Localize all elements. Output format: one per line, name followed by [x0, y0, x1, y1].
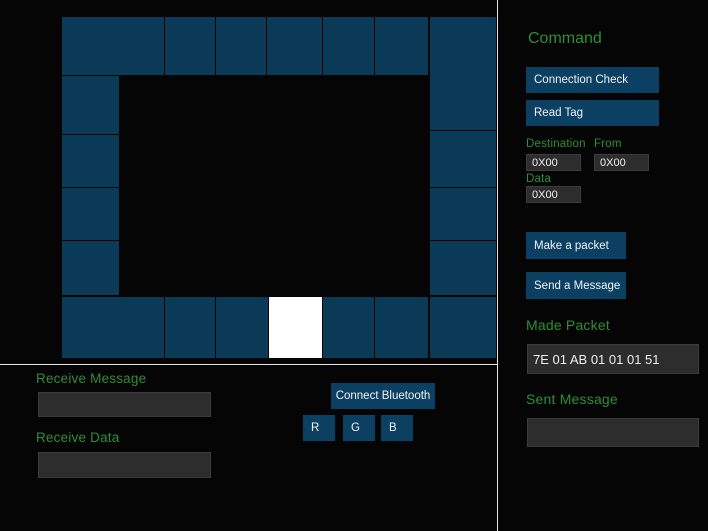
data-field[interactable]: 0X00 [526, 186, 581, 203]
tile-bottom-2[interactable] [165, 297, 215, 358]
send-message-button[interactable]: Send a Message [526, 272, 626, 299]
from-field[interactable]: 0X00 [594, 154, 649, 171]
tile-right-2[interactable] [430, 131, 496, 187]
made-packet-label: Made Packet [526, 317, 610, 333]
tile-bottom-7[interactable] [430, 297, 496, 358]
made-packet-field[interactable]: 7E 01 AB 01 01 01 51 [527, 344, 699, 374]
from-label: From [594, 138, 622, 150]
tile-bottom-1[interactable] [62, 297, 164, 358]
tile-grid-panel [0, 0, 497, 364]
tile-right-4[interactable] [430, 241, 496, 295]
read-tag-button[interactable]: Read Tag [526, 100, 659, 126]
tile-left-4[interactable] [62, 241, 119, 295]
tile-top-3[interactable] [216, 17, 266, 75]
sent-message-field[interactable] [527, 418, 699, 447]
tile-bottom-6[interactable] [375, 297, 428, 358]
tile-left-2[interactable] [62, 135, 119, 187]
tile-bottom-4[interactable] [269, 297, 322, 358]
app-window: Receive Message Receive Data Connect Blu… [0, 0, 708, 531]
make-packet-button[interactable]: Make a packet [526, 232, 626, 259]
connection-check-button[interactable]: Connection Check [526, 67, 659, 93]
tile-bottom-5[interactable] [323, 297, 374, 358]
command-panel-title: Command [528, 30, 602, 47]
command-sidebar: Command Connection Check Read Tag Destin… [498, 0, 708, 531]
receive-data-label: Receive Data [36, 430, 120, 445]
tile-left-1[interactable] [62, 76, 119, 134]
tile-top-2[interactable] [165, 17, 215, 75]
receive-data-field[interactable] [38, 452, 211, 478]
tile-right-3[interactable] [430, 188, 496, 240]
tile-top-5[interactable] [323, 17, 374, 75]
led-red-button[interactable]: R [303, 415, 335, 441]
led-green-button[interactable]: G [343, 415, 375, 441]
tile-top-6[interactable] [375, 17, 428, 75]
tile-bottom-3[interactable] [216, 297, 268, 358]
tile-top-4[interactable] [267, 17, 322, 75]
connect-bluetooth-button[interactable]: Connect Bluetooth [331, 383, 435, 409]
tile-right-1[interactable] [430, 17, 496, 130]
tile-top-left-wide[interactable] [62, 17, 164, 75]
sent-message-label: Sent Message [526, 391, 618, 407]
data-label: Data [526, 173, 552, 185]
led-blue-button[interactable]: B [381, 415, 413, 441]
tile-left-3[interactable] [62, 188, 119, 240]
destination-label: Destination [526, 138, 586, 150]
receive-message-field[interactable] [38, 392, 211, 417]
destination-field[interactable]: 0X00 [526, 154, 581, 171]
receive-message-label: Receive Message [36, 371, 147, 386]
